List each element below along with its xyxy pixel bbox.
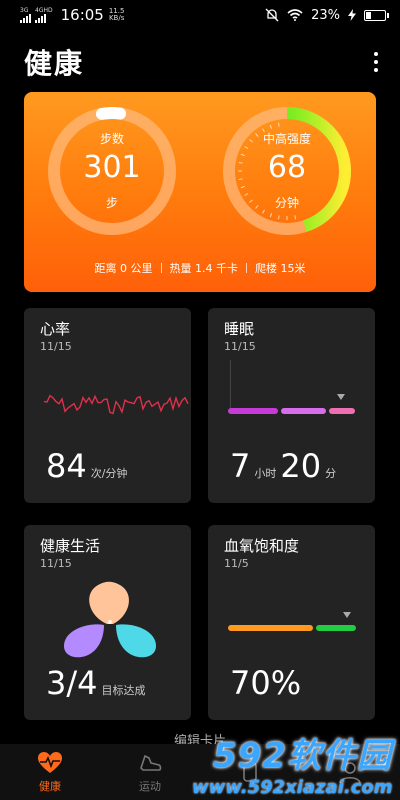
sleep-card[interactable]: 睡眠 11/15 7 小时 20 分 <box>208 308 375 503</box>
blood-oxygen-title: 血氧饱和度 <box>224 537 300 555</box>
intensity-label: 中高强度 <box>262 132 311 146</box>
more-options-icon[interactable] <box>366 47 386 77</box>
heart-rate-date: 11/15 <box>40 340 72 353</box>
intensity-tick <box>269 124 273 129</box>
intensity-unit: 分钟 <box>274 196 299 210</box>
stat-divider <box>246 263 247 273</box>
healthy-life-progress: 3/4 目标达成 <box>46 664 146 702</box>
header: 健康 <box>24 40 386 84</box>
shoe-icon <box>140 754 162 771</box>
blood-oxygen-date: 11/5 <box>224 557 249 570</box>
steps-label: 步数 <box>99 132 124 146</box>
nav-tab-health-label: 健康 <box>39 780 61 793</box>
blood-oxygen-marker-icon <box>343 612 351 618</box>
watermark-logo: 592软件园 www.592xiazai.com <box>192 728 393 798</box>
status-time: 16:05 <box>60 6 104 24</box>
flower-petal-top <box>89 581 129 624</box>
heart-rate-unit: 次/分钟 <box>90 467 128 480</box>
healthy-life-flower <box>64 581 156 658</box>
floors-stat: 爬楼 15米 <box>255 262 306 275</box>
flower-petal-right <box>116 624 156 658</box>
heart-rate-title: 心率 <box>40 320 71 338</box>
blood-oxygen-card[interactable]: 血氧饱和度 11/5 70% <box>208 525 375 720</box>
intensity-value: 68 <box>267 150 307 185</box>
flower-petal-left <box>64 624 104 658</box>
page-title: 健康 <box>24 47 85 80</box>
signal-bars-icon <box>35 13 46 23</box>
sleep-hours-unit: 小时 <box>254 467 277 480</box>
sleep-duration: 7 小时 20 分 <box>230 447 336 485</box>
watermark-sub: www.592xiazai.com <box>192 777 393 798</box>
battery-icon <box>364 9 389 21</box>
intensity-tick <box>277 215 280 220</box>
sleep-chart-axis <box>230 360 231 410</box>
intensity-tick <box>294 215 297 220</box>
blood-oxygen-value: 70% <box>230 664 302 702</box>
network-speed-unit: KB/s <box>108 14 125 22</box>
heart-rate-line <box>43 394 189 415</box>
steps-value: 301 <box>83 150 141 185</box>
watermark-main: 592软件园 <box>213 736 392 776</box>
sleep-title: 睡眠 <box>224 320 255 338</box>
sleep-segment-light <box>281 408 326 414</box>
stat-divider <box>160 263 162 273</box>
sleep-hours: 7 <box>230 447 251 485</box>
heart-rate-chart <box>43 394 189 415</box>
healthy-life-date: 11/15 <box>40 557 72 570</box>
intensity-tick <box>269 213 273 218</box>
sleep-segment-deep <box>228 408 278 414</box>
heart-pulse-icon <box>38 752 62 773</box>
blood-oxygen-reading: 70% <box>230 664 301 702</box>
wifi-icon <box>287 9 303 21</box>
signal-1: 3G <box>20 7 31 23</box>
intensity-tick <box>277 122 280 127</box>
healthy-life-unit: 目标达成 <box>101 684 146 697</box>
sleep-marker-icon <box>337 394 345 400</box>
signal-2: 4GHD <box>35 7 53 23</box>
activity-summary-card[interactable]: 步数 301 步 中高强度 68 分钟 距离 0 公里 热量 1.4 千卡 爬楼… <box>24 92 376 292</box>
intensity-tick <box>240 185 245 189</box>
sleep-segment-rem <box>329 408 355 414</box>
heart-rate-value: 84 <box>46 447 87 485</box>
charging-bolt-icon <box>348 9 356 21</box>
network-speed: 11.5 KB/s <box>109 8 125 22</box>
mute-bell-icon <box>265 8 279 22</box>
blood-oxygen-segment-low <box>228 625 313 631</box>
distance-stat: 距离 0 公里 <box>94 262 153 275</box>
nav-tab-exercise[interactable]: 运动 <box>100 744 200 800</box>
signal-bars-icon <box>20 13 31 23</box>
heart-rate-reading: 84 次/分钟 <box>46 447 127 485</box>
steps-unit: 步 <box>105 196 118 210</box>
status-bar: 3G 4GHD 16:05 11.5 KB/s 23% <box>0 0 400 30</box>
battery-percent: 23% <box>311 7 340 23</box>
blood-oxygen-segment-normal <box>316 625 356 631</box>
sleep-minutes: 20 <box>280 447 322 485</box>
sleep-date: 11/15 <box>224 340 256 353</box>
healthy-life-title: 健康生活 <box>40 537 101 555</box>
nav-tab-exercise-label: 运动 <box>139 780 161 793</box>
calories-stat: 热量 1.4 千卡 <box>169 262 239 275</box>
status-right: 23% <box>265 7 389 23</box>
nav-tab-health[interactable]: 健康 <box>0 744 100 800</box>
sleep-minutes-unit: 分 <box>325 467 337 480</box>
summary-stats: 距离 0 公里 热量 1.4 千卡 爬楼 15米 <box>24 260 376 276</box>
healthy-life-value: 3/4 <box>46 664 98 702</box>
signal-indicators: 3G 4GHD <box>20 7 53 23</box>
